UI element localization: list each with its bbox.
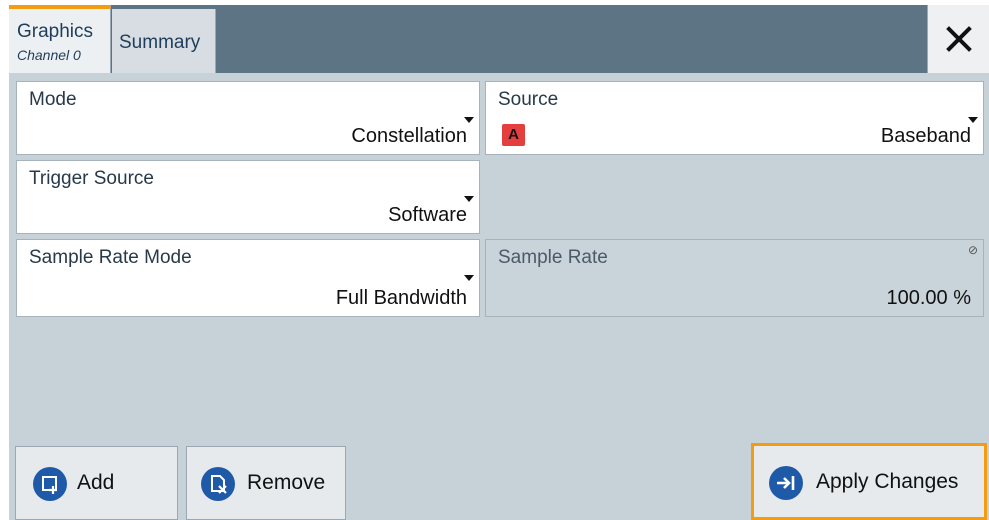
baseband-a-badge: A <box>502 124 525 146</box>
tab-graphics-subtitle: Channel 0 <box>17 47 81 63</box>
mode-value: Constellation <box>351 125 467 147</box>
source-dropdown[interactable]: Source A Baseband <box>485 81 984 155</box>
apply-changes-button[interactable]: Apply Changes <box>751 443 987 520</box>
mode-dropdown[interactable]: Mode Constellation <box>16 81 480 155</box>
sample-rate-label: Sample Rate <box>498 247 608 268</box>
trigger-source-value: Software <box>388 204 467 226</box>
no-edit-icon: ⊘ <box>967 243 978 257</box>
sample-rate-mode-value: Full Bandwidth <box>335 287 467 309</box>
add-icon <box>33 467 67 501</box>
source-label: Source <box>498 89 559 110</box>
sample-rate-value: 100.00 % <box>886 287 971 309</box>
mode-label: Mode <box>29 89 77 110</box>
tab-graphics[interactable]: Graphics Channel 0 <box>9 5 111 73</box>
tab-summary[interactable]: Summary <box>112 9 216 73</box>
source-value: Baseband <box>880 125 971 147</box>
trigger-source-dropdown[interactable]: Trigger Source Software <box>16 160 480 234</box>
tab-graphics-title: Graphics <box>17 21 94 42</box>
sample-rate-mode-dropdown[interactable]: Sample Rate Mode Full Bandwidth <box>16 239 480 317</box>
add-button[interactable]: Add <box>15 446 178 520</box>
close-icon <box>946 26 972 52</box>
tab-summary-title: Summary <box>119 32 201 53</box>
add-label: Add <box>77 471 115 494</box>
apply-arrow-icon <box>769 466 803 500</box>
apply-changes-label: Apply Changes <box>816 470 959 493</box>
sample-rate-mode-label: Sample Rate Mode <box>29 247 192 268</box>
dropdown-arrow-icon <box>464 196 474 202</box>
trigger-source-label: Trigger Source <box>29 168 154 189</box>
dropdown-arrow-icon <box>464 275 474 281</box>
dropdown-arrow-icon <box>464 117 474 123</box>
remove-label: Remove <box>247 471 326 494</box>
remove-icon <box>201 467 235 501</box>
sample-rate-field: Sample Rate ⊘ 100.00 % <box>485 239 984 317</box>
remove-button[interactable]: Remove <box>186 446 346 520</box>
close-button[interactable] <box>927 5 989 73</box>
tab-bar: Graphics Channel 0 Summary <box>9 5 989 73</box>
dropdown-arrow-icon <box>968 117 978 123</box>
settings-panel: Mode Constellation Source A Baseband Tri… <box>9 73 989 520</box>
